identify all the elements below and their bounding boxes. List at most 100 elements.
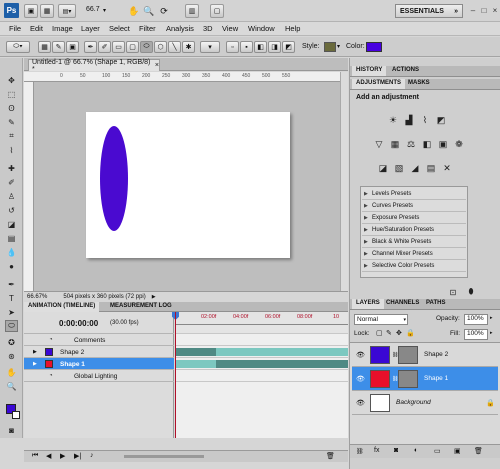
exposure-icon[interactable]: ◩ — [434, 114, 448, 126]
vector-mask-thumbnail[interactable] — [398, 346, 418, 364]
combine-new-icon[interactable]: ▫ — [226, 41, 239, 53]
expand-triangle-icon[interactable]: ▶ — [33, 361, 37, 367]
minimize-icon[interactable]: – — [468, 5, 478, 15]
hue-saturation-icon[interactable]: ▦ — [388, 138, 402, 150]
levels-icon[interactable]: ▟ — [402, 114, 416, 126]
combine-subtract-icon[interactable]: ◧ — [254, 41, 267, 53]
layer-name[interactable]: Shape 2 — [424, 351, 448, 358]
new-layer-icon[interactable]: ▣ — [454, 447, 461, 455]
preset-hue-saturation[interactable]: Hue/Saturation Presets — [362, 225, 466, 236]
preset-selective-color[interactable]: Selective Color Presets — [362, 261, 466, 272]
time-ruler[interactable]: 02:00f 04:00f 06:00f 08:00f 10 — [172, 312, 348, 334]
custom-shape-icon[interactable]: ✱ — [182, 41, 195, 53]
view-extras-button[interactable]: ▤▾ — [58, 4, 76, 18]
rounded-rectangle-icon[interactable]: ▢ — [126, 41, 139, 53]
menu-filter[interactable]: Filter — [139, 24, 156, 33]
rectangle-icon[interactable]: ▭ — [112, 41, 125, 53]
first-frame-icon[interactable]: ⏮ — [32, 452, 38, 460]
gradient-map-icon[interactable]: ▤ — [424, 162, 438, 174]
layer-row-shape2[interactable]: 👁 ⛓ Shape 2 — [352, 343, 498, 367]
timeline-row-global-lighting[interactable]: ◔ Global Lighting — [24, 370, 174, 382]
zoom-level-dropdown[interactable]: 66.7 — [86, 6, 100, 13]
layer-style-icon[interactable]: fx — [374, 447, 379, 454]
zoom-tool-icon[interactable]: 🔍 — [143, 5, 155, 17]
geometry-options-dropdown[interactable]: ▾ — [200, 41, 220, 53]
timeline-row-shape1[interactable]: ▶ Shape 1 — [24, 358, 174, 370]
ellipse-tool-icon[interactable]: ⬭ — [5, 320, 18, 332]
quick-selection-icon[interactable]: ✎ — [5, 116, 18, 128]
menu-window[interactable]: Window — [248, 24, 275, 33]
opacity-input[interactable]: 100% — [464, 314, 488, 325]
layer-duration-bar[interactable] — [175, 360, 216, 368]
dodge-tool-icon[interactable]: ● — [5, 260, 18, 272]
zoom-slider[interactable] — [124, 455, 204, 458]
next-frame-icon[interactable]: ▶| — [74, 452, 81, 460]
expand-triangle-icon[interactable]: ▶ — [33, 349, 37, 355]
ellipse-icon[interactable]: ⬭ — [140, 41, 153, 53]
preset-curves[interactable]: Curves Presets — [362, 201, 466, 212]
layer-name[interactable]: Background — [396, 399, 431, 406]
fill-pixels-button[interactable]: ▣ — [66, 41, 79, 53]
crop-tool-icon[interactable]: ⌗ — [5, 130, 18, 142]
document-canvas[interactable] — [86, 112, 290, 258]
tab-animation-timeline[interactable]: ANIMATION (TIMELINE) — [24, 302, 100, 312]
freeform-pen-icon[interactable]: ✐ — [98, 41, 111, 53]
lock-position-icon[interactable]: ✥ — [396, 329, 402, 337]
timeline-tracks[interactable]: 02:00f 04:00f 06:00f 08:00f 10 — [172, 312, 348, 438]
tab-measurement-log[interactable]: MEASUREMENT LOG — [106, 302, 176, 312]
vibrance-icon[interactable]: ▽ — [372, 138, 386, 150]
menu-file[interactable]: File — [9, 24, 21, 33]
arrange-documents-button[interactable]: ▥ — [185, 4, 199, 18]
menu-image[interactable]: Image — [52, 24, 73, 33]
history-brush-icon[interactable]: ↺ — [5, 204, 18, 216]
tab-actions[interactable]: ACTIONS — [388, 66, 423, 76]
threshold-icon[interactable]: ◢ — [408, 162, 422, 174]
channel-mixer-icon[interactable]: ❁ — [452, 138, 466, 150]
line-icon[interactable]: ╲ — [168, 41, 181, 53]
paths-button[interactable]: ✎ — [52, 41, 65, 53]
brush-tool-icon[interactable]: ✐ — [5, 176, 18, 188]
3d-rotate-icon[interactable]: ✪ — [5, 336, 18, 348]
brightness-icon[interactable]: ☀ — [386, 114, 400, 126]
tab-history[interactable]: HISTORY — [352, 66, 387, 76]
add-mask-icon[interactable]: ◙ — [394, 447, 398, 454]
mini-bridge-button[interactable]: ▦ — [40, 4, 54, 18]
lock-transparency-icon[interactable]: ▢ — [376, 329, 383, 337]
curves-icon[interactable]: ⌇ — [418, 114, 432, 126]
delete-icon[interactable]: 🗑 — [326, 452, 335, 460]
lock-pixels-icon[interactable]: ✎ — [386, 329, 392, 337]
move-tool-icon[interactable]: ✥ — [5, 74, 18, 86]
maximize-icon[interactable]: □ — [479, 5, 489, 15]
rotate-view-icon[interactable]: ⟳ — [158, 5, 170, 17]
3d-orbit-icon[interactable]: ⊛ — [5, 350, 18, 362]
chevron-right-icon[interactable]: ▸ — [490, 315, 493, 321]
tab-masks[interactable]: MASKS — [404, 79, 434, 89]
layer-duration-bar-dark[interactable] — [216, 360, 348, 368]
background-color-swatch[interactable] — [12, 411, 20, 419]
quick-mask-icon[interactable]: ◙ — [5, 424, 18, 436]
combine-add-icon[interactable]: ▪ — [240, 41, 253, 53]
vector-mask-thumbnail[interactable] — [398, 370, 418, 388]
timeline-row-shape2[interactable]: ▶ Shape 2 — [24, 346, 174, 358]
tab-channels[interactable]: CHANNELS — [382, 299, 423, 309]
play-icon[interactable]: ▶ — [60, 452, 65, 460]
menu-3d[interactable]: 3D — [203, 24, 213, 33]
menu-edit[interactable]: Edit — [30, 24, 43, 33]
blur-tool-icon[interactable]: 💧 — [5, 246, 18, 258]
track-shape1[interactable] — [175, 358, 348, 370]
adjustment-layer-icon[interactable]: ◐ — [414, 447, 418, 454]
track-shape2[interactable] — [175, 346, 348, 358]
gradient-tool-icon[interactable]: ▤ — [5, 232, 18, 244]
hand-tool-icon[interactable]: ✋ — [128, 5, 140, 17]
clip-to-layer-icon[interactable]: ⬮ — [464, 286, 478, 298]
document-tab[interactable]: Untitled-1 @ 66.7% (Shape 1, RGB/8) * × — [28, 59, 160, 73]
hand-tool-icon[interactable]: ✋ — [5, 366, 18, 378]
chevron-down-icon[interactable]: ▾ — [103, 7, 106, 14]
chevron-down-icon[interactable]: ▾ — [337, 43, 340, 50]
stopwatch-icon[interactable]: ◔ — [49, 337, 53, 343]
timeline-row-comments[interactable]: ◔ Comments — [24, 334, 174, 346]
chevron-right-icon[interactable]: ▸ — [490, 330, 493, 336]
tab-adjustments[interactable]: ADJUSTMENTS — [352, 79, 406, 89]
shape-layers-button[interactable]: ▦ — [38, 41, 51, 53]
preset-levels[interactable]: Levels Presets — [362, 189, 466, 200]
